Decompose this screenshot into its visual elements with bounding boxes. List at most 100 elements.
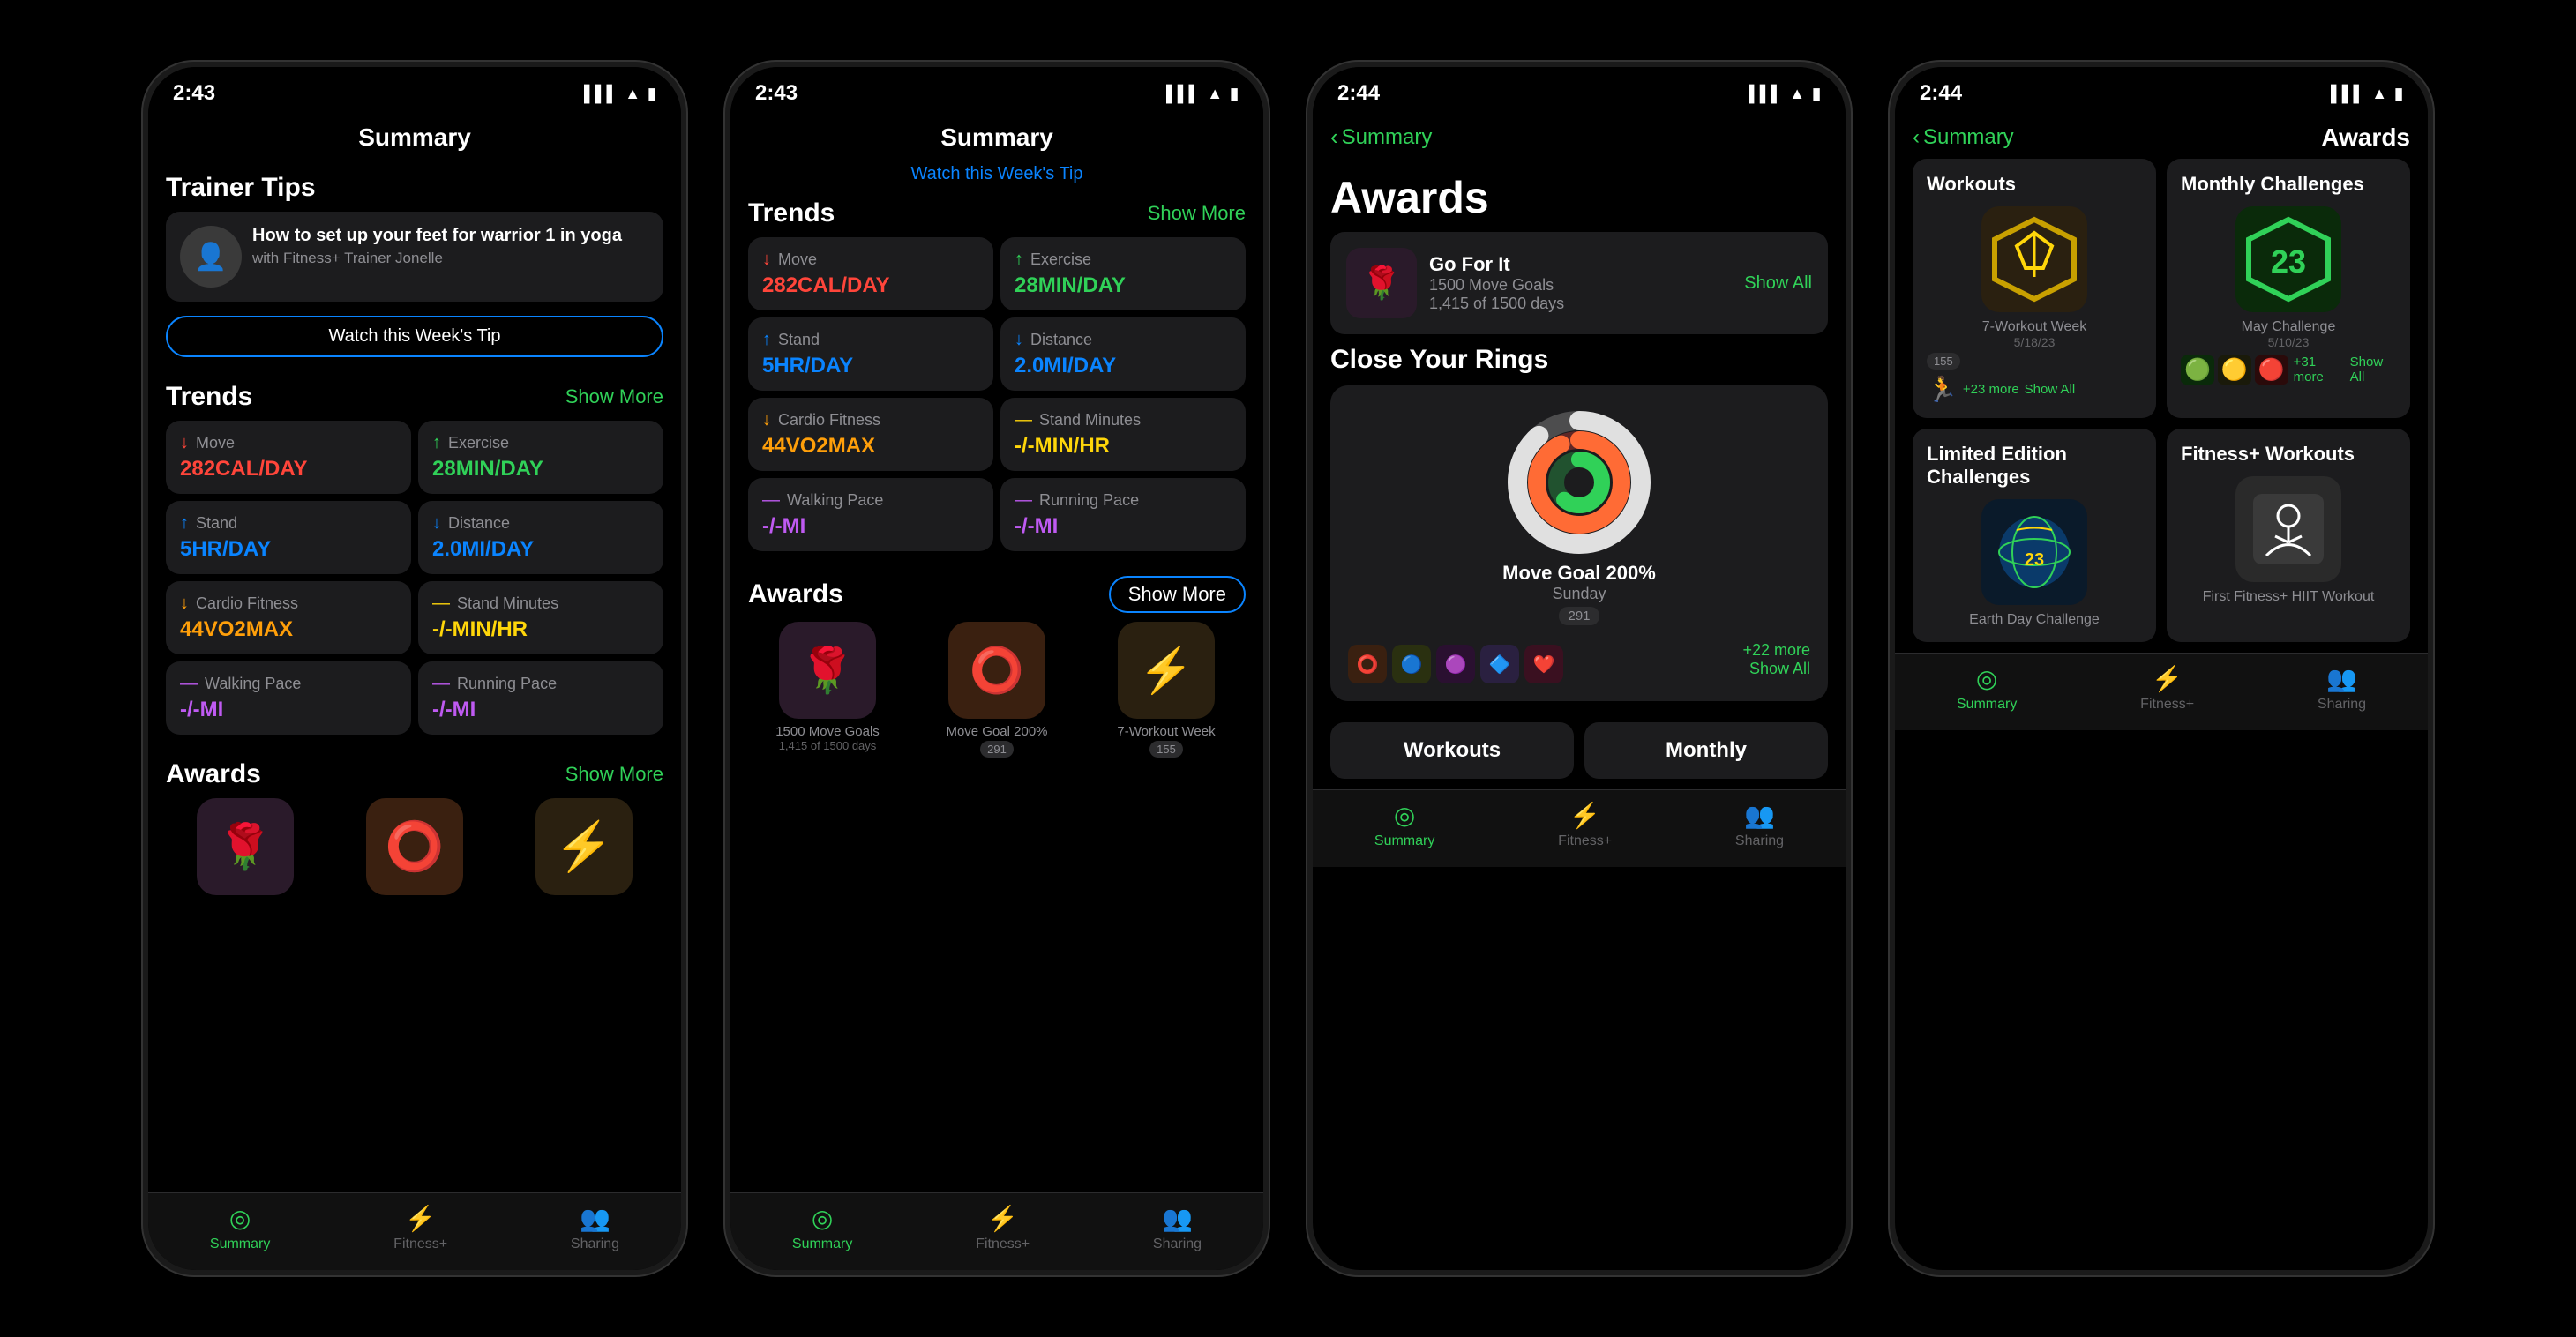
tab-sharing-3[interactable]: 👥 Sharing xyxy=(1735,801,1784,849)
workout-badge-svg xyxy=(1990,215,2078,303)
monthly-show-all-4[interactable]: Show All xyxy=(2350,355,2396,385)
tab-summary-3[interactable]: ◎ Summary xyxy=(1374,801,1434,849)
tab-summary-4[interactable]: ◎ Summary xyxy=(1957,664,2017,713)
ring-show-all-3[interactable]: Show All xyxy=(1742,660,1810,678)
workouts-btn-3[interactable]: Workouts xyxy=(1330,722,1574,779)
ring-visual-3: Move Goal 200% Sunday 291 ⭕ 🔵 🟣 🔷 ❤️ +22… xyxy=(1330,385,1828,701)
trends-show-more-1[interactable]: Show More xyxy=(565,385,663,408)
trend-running-value-1: -/-MI xyxy=(432,698,649,722)
trend-cardio-2[interactable]: ↓Cardio Fitness 44VO2MAX xyxy=(748,398,993,471)
award-1-1[interactable]: 🌹 xyxy=(166,798,325,900)
award-count-2-3: 155 xyxy=(1149,741,1183,758)
tab-fitness-3[interactable]: ⚡ Fitness+ xyxy=(1558,801,1612,849)
tab-sharing-1[interactable]: 👥 Sharing xyxy=(571,1204,619,1252)
tab-fitness-label-4: Fitness+ xyxy=(2140,697,2194,713)
trends-label-2: Trends xyxy=(748,198,835,228)
trend-move-1[interactable]: ↓Move 282CAL/DAY xyxy=(166,421,411,494)
mini-badge-3-2: 🔵 xyxy=(1392,645,1431,683)
go-sub1-3: 1500 Move Goals xyxy=(1429,276,1732,295)
workouts-date-4: 5/18/23 xyxy=(1927,335,2142,349)
trend-move-2[interactable]: ↓Move 282CAL/DAY xyxy=(748,237,993,310)
tab-sharing-icon-1: 👥 xyxy=(580,1204,610,1233)
awards-row-1: 🌹 ⭕ ⚡ xyxy=(166,798,663,908)
time-1: 2:43 xyxy=(173,81,215,106)
workouts-mini-icon-4: 🏃 xyxy=(1927,375,1958,404)
trend-distance-value-1: 2.0MI/DAY xyxy=(432,537,649,562)
trend-distance-1[interactable]: ↓Distance 2.0MI/DAY xyxy=(418,501,663,574)
svg-text:23: 23 xyxy=(2025,550,2044,570)
status-bar-1: 2:43 ▌▌▌ ▲ ▮ xyxy=(148,67,681,113)
earth-badge-svg: 23 xyxy=(1990,508,2078,596)
watch-tip-header-2[interactable]: Watch this Week's Tip xyxy=(730,159,1263,184)
award-badge-2-1: 🌹 xyxy=(779,622,876,719)
mini-badge-3-4: 🔷 xyxy=(1480,645,1519,683)
award-2-1[interactable]: 🌹 1500 Move Goals 1,415 of 1500 days xyxy=(748,622,907,758)
monthly-label-3: Monthly xyxy=(1600,738,1812,763)
trend-stand-2[interactable]: ↑Stand 5HR/DAY xyxy=(748,317,993,391)
ring-label-3: Move Goal 200% xyxy=(1502,562,1656,585)
trend-cardio-1[interactable]: ↓Cardio Fitness 44VO2MAX xyxy=(166,581,411,654)
tab-bar-2: ◎ Summary ⚡ Fitness+ 👥 Sharing xyxy=(730,1192,1263,1270)
time-3: 2:44 xyxy=(1337,81,1380,106)
trend-stand-min-2[interactable]: —Stand Minutes -/-MIN/HR xyxy=(1000,398,1246,471)
awards-show-more-2: Show More xyxy=(1128,583,1226,605)
trends-show-more-2[interactable]: Show More xyxy=(1148,202,1246,225)
trend-running-2[interactable]: —Running Pace -/-MI xyxy=(1000,478,1246,551)
trend-walking-2[interactable]: —Walking Pace -/-MI xyxy=(748,478,993,551)
tab-fitness-4[interactable]: ⚡ Fitness+ xyxy=(2140,664,2194,713)
phone-2: 2:43 ▌▌▌ ▲ ▮ Summary Watch this Week's T… xyxy=(723,60,1270,1277)
awards-grid-4: Workouts 7-Workout Week 5/18/23 155 🏃 +2… xyxy=(1895,159,2428,653)
trainer-tip-sub: with Fitness+ Trainer Jonelle xyxy=(252,250,649,267)
tab-fitness-1[interactable]: ⚡ Fitness+ xyxy=(393,1204,447,1252)
go-show-all-3[interactable]: Show All xyxy=(1744,273,1812,294)
tab-bar-3: ◎ Summary ⚡ Fitness+ 👥 Sharing xyxy=(1313,789,1846,867)
trend-stand-value-1: 5HR/DAY xyxy=(180,537,397,562)
tab-sharing-label-4: Sharing xyxy=(2318,697,2366,713)
tab-sharing-2[interactable]: 👥 Sharing xyxy=(1153,1204,1202,1252)
mini-badge-3-5: ❤️ xyxy=(1524,645,1563,683)
trend-distance-2[interactable]: ↓Distance 2.0MI/DAY xyxy=(1000,317,1246,391)
tab-summary-1[interactable]: ◎ Summary xyxy=(210,1204,270,1252)
trend-exercise-1[interactable]: ↑Exercise 28MIN/DAY xyxy=(418,421,663,494)
phone-1: 2:43 ▌▌▌ ▲ ▮ Summary Trainer Tips 👤 How … xyxy=(141,60,688,1277)
tab-sharing-4[interactable]: 👥 Sharing xyxy=(2318,664,2366,713)
award-cat-fitness-4[interactable]: Fitness+ Workouts First Fitness+ HIIT Wo… xyxy=(2167,429,2410,642)
status-icons-2: ▌▌▌ ▲ ▮ xyxy=(1166,85,1239,103)
go-title-3: Go For It xyxy=(1429,253,1732,276)
limited-badge-4: 23 xyxy=(1981,499,2087,605)
monthly-btn-3[interactable]: Monthly xyxy=(1584,722,1828,779)
wifi-icon-1: ▲ xyxy=(625,85,640,103)
tab-sharing-label-2: Sharing xyxy=(1153,1236,1202,1252)
award-cat-workouts-4[interactable]: Workouts 7-Workout Week 5/18/23 155 🏃 +2… xyxy=(1913,159,2156,418)
nav-split-header-4: ‹ Summary Awards xyxy=(1895,113,2428,159)
award-cat-monthly-4[interactable]: Monthly Challenges 23 May Challenge 5/10… xyxy=(2167,159,2410,418)
award-2-3[interactable]: ⚡ 7-Workout Week 155 xyxy=(1087,622,1246,758)
trend-exercise-2[interactable]: ↑Exercise 28MIN/DAY xyxy=(1000,237,1246,310)
trend-running-1[interactable]: —Running Pace -/-MI xyxy=(418,661,663,735)
awards-show-more-1[interactable]: Show More xyxy=(565,763,663,786)
workouts-show-all-4[interactable]: Show All xyxy=(2025,382,2076,397)
limited-cat-title-4: Limited Edition Challenges xyxy=(1927,443,2142,489)
wifi-icon-4: ▲ xyxy=(2371,85,2387,103)
award-cat-limited-4[interactable]: Limited Edition Challenges 23 Earth Day … xyxy=(1913,429,2156,642)
status-icons-4: ▌▌▌ ▲ ▮ xyxy=(2331,85,2403,103)
trend-walking-1[interactable]: —Walking Pace -/-MI xyxy=(166,661,411,735)
trend-stand-1[interactable]: ↑Stand 5HR/DAY xyxy=(166,501,411,574)
award-2-2[interactable]: ⭕ Move Goal 200% 291 xyxy=(917,622,1076,758)
ring-day-3: Sunday xyxy=(1552,585,1606,603)
award-1-2[interactable]: ⭕ xyxy=(335,798,494,900)
award-1-3[interactable]: ⚡ xyxy=(505,798,663,900)
status-icons-3: ▌▌▌ ▲ ▮ xyxy=(1749,85,1821,103)
tab-summary-label-4: Summary xyxy=(1957,697,2017,713)
close-rings-section-3: Close Your Rings xyxy=(1313,345,1846,712)
back-button-4[interactable]: ‹ Summary xyxy=(1913,125,2014,150)
ring-plus-more-3: +22 more xyxy=(1742,641,1810,660)
back-button-3[interactable]: ‹ Summary xyxy=(1330,123,1432,151)
awards-show-more-btn-2[interactable]: Show More xyxy=(1109,576,1246,613)
trend-stand-min-1[interactable]: —Stand Minutes -/-MIN/HR xyxy=(418,581,663,654)
time-2: 2:43 xyxy=(755,81,798,106)
tab-summary-2[interactable]: ◎ Summary xyxy=(792,1204,852,1252)
watch-tip-button-1[interactable]: Watch this Week's Tip xyxy=(166,316,663,357)
trainer-tip-box: 👤 How to set up your feet for warrior 1 … xyxy=(166,212,663,302)
tab-fitness-2[interactable]: ⚡ Fitness+ xyxy=(976,1204,1030,1252)
